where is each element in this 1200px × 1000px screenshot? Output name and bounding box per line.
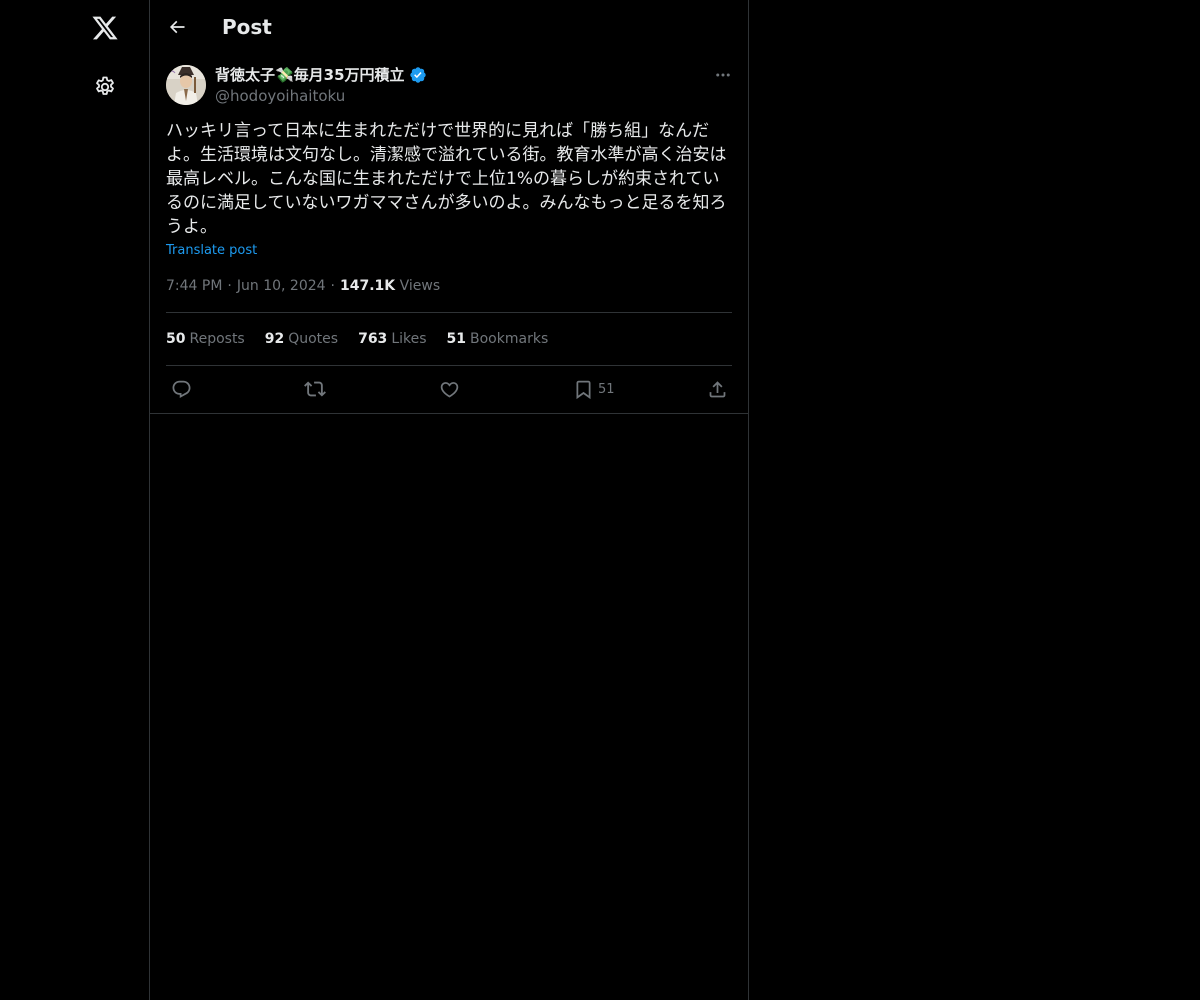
share-icon bbox=[709, 380, 726, 397]
avatar[interactable] bbox=[166, 65, 206, 105]
main-column: Post 背徳太子💸毎月35万円積立 @hodoyoihaitoku ハッキリ言… bbox=[149, 0, 749, 1000]
meta-separator: · bbox=[330, 278, 335, 294]
gear-icon bbox=[96, 76, 114, 95]
author-name-text: 背徳太子💸毎月35万円積立 bbox=[215, 66, 405, 84]
views-count: 147.1K bbox=[340, 278, 396, 294]
page-header: Post bbox=[150, 0, 748, 53]
left-rail bbox=[0, 0, 149, 1000]
repost-button[interactable] bbox=[304, 376, 326, 402]
back-button[interactable] bbox=[160, 10, 194, 44]
stat-likes[interactable]: 763 Likes bbox=[358, 329, 426, 349]
stat-count: 763 bbox=[358, 331, 388, 347]
divider bbox=[166, 312, 732, 313]
views-label: Views bbox=[399, 278, 441, 294]
more-horizontal-icon bbox=[716, 73, 730, 77]
arrow-left-icon bbox=[169, 20, 185, 34]
stat-label: Bookmarks bbox=[470, 331, 549, 347]
author-display-name[interactable]: 背徳太子💸毎月35万円積立 bbox=[215, 65, 427, 85]
x-logo-button[interactable] bbox=[83, 6, 127, 50]
stat-label: Likes bbox=[391, 331, 427, 347]
stat-count: 92 bbox=[264, 331, 285, 347]
bookmark-icon bbox=[576, 380, 591, 399]
stat-label: Reposts bbox=[189, 331, 245, 347]
reply-icon bbox=[172, 380, 191, 398]
bookmark-count: 51 bbox=[598, 381, 615, 397]
share-button[interactable] bbox=[707, 376, 728, 402]
stat-reposts[interactable]: 50 Reposts bbox=[166, 329, 245, 349]
bookmark-button[interactable]: 51 bbox=[573, 376, 615, 402]
post: 背徳太子💸毎月35万円積立 @hodoyoihaitoku ハッキリ言って日本に… bbox=[150, 53, 748, 414]
page-title: Post bbox=[222, 15, 272, 39]
x-logo-icon bbox=[92, 16, 118, 40]
post-date[interactable]: Jun 10, 2024 bbox=[237, 278, 326, 294]
post-time[interactable]: 7:44 PM bbox=[166, 278, 222, 294]
reply-button[interactable] bbox=[171, 376, 192, 402]
stat-count: 50 bbox=[166, 331, 186, 347]
author-handle[interactable]: @hodoyoihaitoku bbox=[215, 86, 345, 106]
translate-post-link[interactable]: Translate post bbox=[166, 242, 257, 260]
more-options-button[interactable] bbox=[706, 61, 740, 89]
post-stats: 50 Reposts 92 Quotes 763 Likes 51 Bookmarks bbox=[166, 329, 568, 349]
settings-button[interactable] bbox=[83, 65, 127, 109]
avatar-image bbox=[166, 65, 206, 105]
stat-bookmarks[interactable]: 51 Bookmarks bbox=[447, 329, 549, 349]
meta-separator: · bbox=[227, 278, 232, 294]
stat-label: Quotes bbox=[288, 331, 339, 347]
post-meta: 7:44 PM · Jun 10, 2024 · 147.1K Views bbox=[166, 276, 440, 296]
post-actions: 51 bbox=[150, 366, 748, 412]
heart-icon bbox=[440, 381, 459, 398]
repost-icon bbox=[304, 381, 326, 397]
verified-badge-icon bbox=[409, 67, 426, 83]
stat-count: 51 bbox=[446, 331, 467, 347]
app: Post 背徳太子💸毎月35万円積立 @hodoyoihaitoku ハッキリ言… bbox=[0, 0, 1200, 1000]
like-button[interactable] bbox=[439, 376, 460, 402]
post-text: ハッキリ言って日本に生まれただけで世界的に見れば「勝ち組」なんだよ。生活環境は文… bbox=[166, 121, 727, 237]
stat-quotes[interactable]: 92 Quotes bbox=[265, 329, 338, 349]
